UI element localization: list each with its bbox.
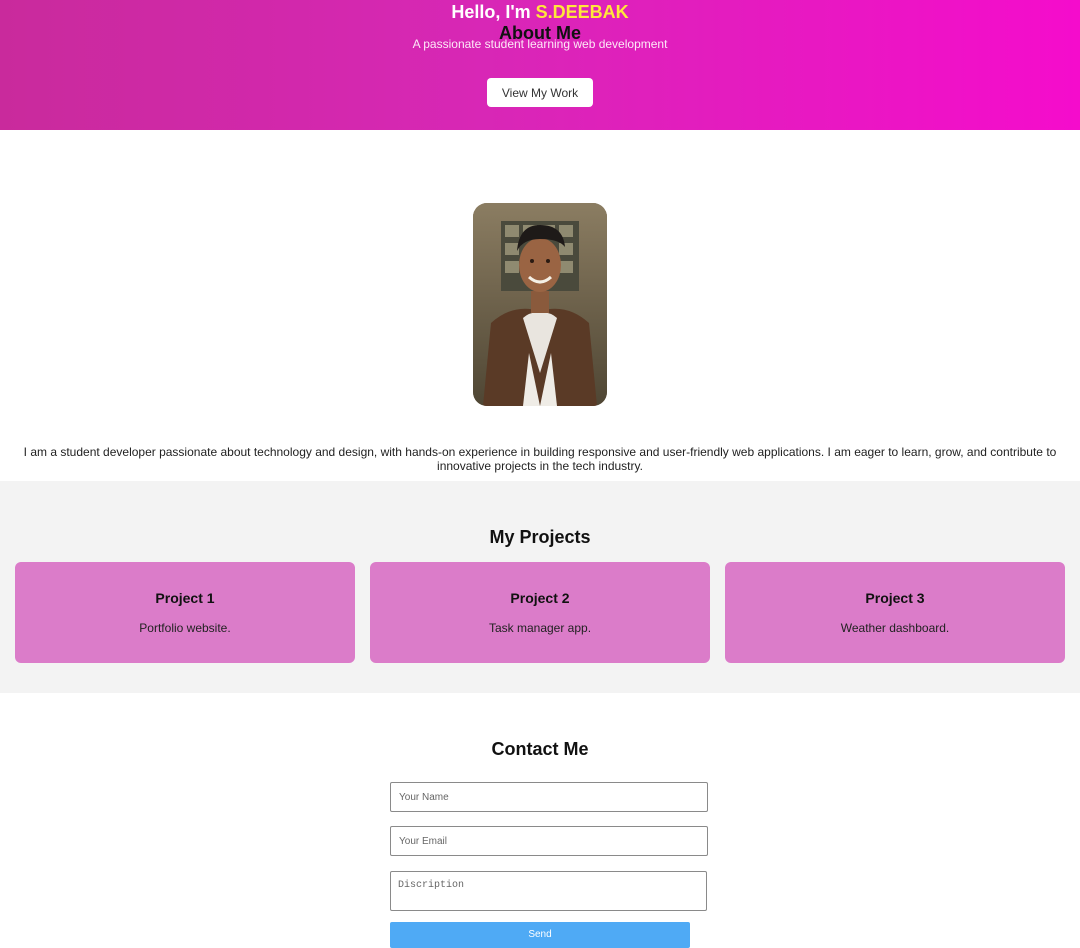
hero-greeting: Hello, I'm (451, 2, 531, 22)
project-title: Project 2 (510, 590, 570, 606)
project-description: Weather dashboard. (840, 621, 950, 635)
projects-section: My Projects Project 1 Portfolio website.… (0, 481, 1080, 693)
project-title: Project 1 (155, 590, 215, 606)
profile-photo-illustration (473, 203, 607, 406)
email-input[interactable] (390, 826, 708, 856)
name-input[interactable] (390, 782, 708, 812)
project-description: Task manager app. (488, 621, 592, 635)
view-my-work-button[interactable]: View My Work (487, 78, 593, 107)
about-section: About Me I am a student developer passio… (0, 23, 1080, 481)
project-card[interactable]: Project 2 Task manager app. (370, 562, 710, 663)
contact-title: Contact Me (491, 739, 589, 759)
profile-photo (473, 203, 607, 406)
project-card[interactable]: Project 3 Weather dashboard. (725, 562, 1065, 663)
project-card[interactable]: Project 1 Portfolio website. (15, 562, 355, 663)
hero-section: Hello, I'm S.DEEBAK A passionate student… (0, 0, 1080, 130)
about-title: About Me (499, 23, 581, 43)
send-button[interactable]: Send (390, 922, 690, 948)
description-textarea[interactable] (390, 871, 707, 911)
about-text: I am a student developer passionate abou… (23, 445, 1057, 473)
project-description: Portfolio website. (139, 621, 231, 635)
hero-name: S.DEEBAK (535, 2, 629, 22)
project-title: Project 3 (865, 590, 925, 606)
projects-title: My Projects (489, 527, 591, 547)
contact-section: Contact Me Send (0, 693, 1080, 948)
